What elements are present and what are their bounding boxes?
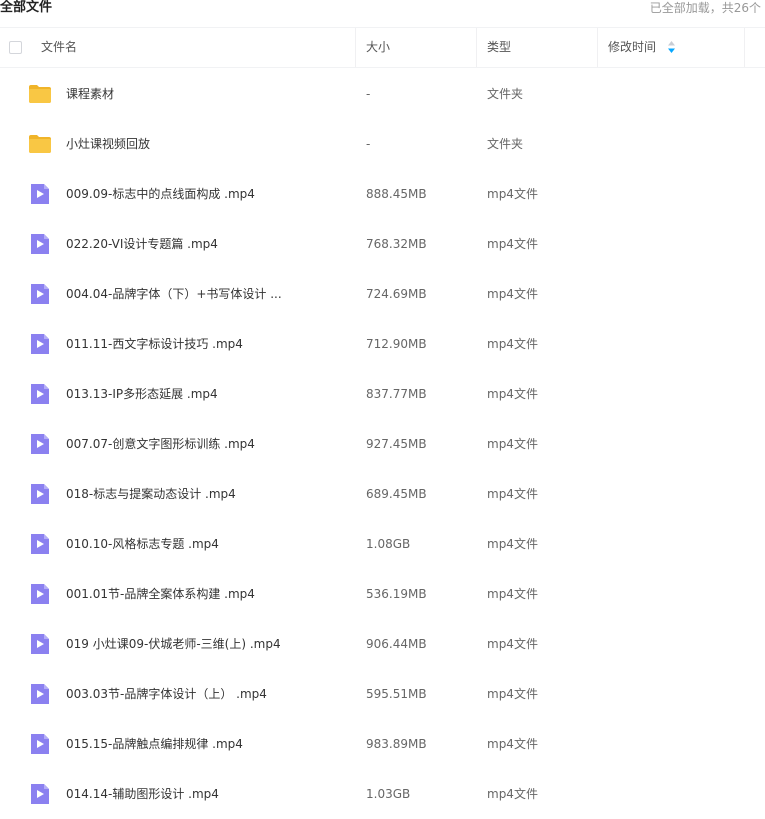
column-divider: [597, 28, 598, 67]
video-file-icon: [28, 782, 52, 806]
video-file-icon: [28, 732, 52, 756]
file-name[interactable]: 019 小灶课09-伏城老师-三维(上) .mp4: [66, 619, 281, 669]
file-row[interactable]: 004.04-品牌字体（下）+书写体设计 ... 724.69MB mp4文件: [0, 269, 765, 319]
file-row[interactable]: 014.14-辅助图形设计 .mp4 1.03GB mp4文件: [0, 769, 765, 819]
file-name[interactable]: 007.07-创意文字图形标训练 .mp4: [66, 419, 255, 469]
file-name[interactable]: 001.01节-品牌全案体系构建 .mp4: [66, 569, 255, 619]
file-type: mp4文件: [487, 737, 538, 751]
folder-icon: [28, 132, 52, 156]
file-size: 595.51MB: [366, 687, 427, 701]
file-name[interactable]: 011.11-西文字标设计技巧 .mp4: [66, 319, 243, 369]
file-row[interactable]: 019 小灶课09-伏城老师-三维(上) .mp4 906.44MB mp4文件: [0, 619, 765, 669]
file-type: mp4文件: [487, 687, 538, 701]
file-name[interactable]: 小灶课视频回放: [66, 119, 150, 169]
video-file-icon: [28, 632, 52, 656]
file-row[interactable]: 022.20-VI设计专题篇 .mp4 768.32MB mp4文件: [0, 219, 765, 269]
file-name[interactable]: 003.03节-品牌字体设计（上） .mp4: [66, 669, 267, 719]
file-size: 1.03GB: [366, 787, 411, 801]
folder-icon: [28, 82, 52, 106]
file-size: 906.44MB: [366, 637, 427, 651]
file-type: mp4文件: [487, 237, 538, 251]
video-file-icon: [28, 232, 52, 256]
file-name[interactable]: 014.14-辅助图形设计 .mp4: [66, 769, 219, 819]
video-file-icon: [28, 382, 52, 406]
file-size: 837.77MB: [366, 387, 427, 401]
file-name[interactable]: 018-标志与提案动态设计 .mp4: [66, 469, 236, 519]
column-divider: [355, 28, 356, 67]
loaded-status: 已全部加载，共26个: [649, 1, 761, 15]
video-file-icon: [28, 682, 52, 706]
file-size: 689.45MB: [366, 487, 427, 501]
video-file-icon: [28, 582, 52, 606]
file-size: 712.90MB: [366, 337, 427, 351]
column-header-modified-label: 修改时间: [608, 40, 657, 54]
file-row[interactable]: 课程素材 - 文件夹: [0, 69, 765, 119]
column-header-size[interactable]: 大小: [366, 28, 390, 67]
select-all-checkbox[interactable]: [9, 41, 22, 54]
file-size: 724.69MB: [366, 287, 427, 301]
file-name[interactable]: 009.09-标志中的点线面构成 .mp4: [66, 169, 255, 219]
video-file-icon: [28, 332, 52, 356]
column-header-type[interactable]: 类型: [487, 28, 511, 67]
video-file-icon: [28, 182, 52, 206]
file-name[interactable]: 课程素材: [66, 69, 114, 119]
file-type: mp4文件: [487, 637, 538, 651]
file-row[interactable]: 009.09-标志中的点线面构成 .mp4 888.45MB mp4文件: [0, 169, 765, 219]
top-bar: 全部文件 已全部加载，共26个: [0, 0, 765, 26]
file-type: mp4文件: [487, 437, 538, 451]
video-file-icon: [28, 432, 52, 456]
file-type: mp4文件: [487, 587, 538, 601]
file-size: -: [366, 137, 371, 151]
file-size: 927.45MB: [366, 437, 427, 451]
file-type: mp4文件: [487, 337, 538, 351]
file-row[interactable]: 小灶课视频回放 - 文件夹: [0, 119, 765, 169]
column-header-modified[interactable]: 修改时间: [608, 28, 675, 67]
file-type: mp4文件: [487, 487, 538, 501]
file-size: 983.89MB: [366, 737, 427, 751]
file-name[interactable]: 013.13-IP多形态延展 .mp4: [66, 369, 218, 419]
file-type: mp4文件: [487, 187, 538, 201]
file-size: 888.45MB: [366, 187, 427, 201]
file-row[interactable]: 015.15-品牌触点编排规律 .mp4 983.89MB mp4文件: [0, 719, 765, 769]
file-row[interactable]: 011.11-西文字标设计技巧 .mp4 712.90MB mp4文件: [0, 319, 765, 369]
file-name[interactable]: 004.04-品牌字体（下）+书写体设计 ...: [66, 269, 282, 319]
file-type: 文件夹: [487, 137, 524, 151]
file-row[interactable]: 018-标志与提案动态设计 .mp4 689.45MB mp4文件: [0, 469, 765, 519]
file-type: mp4文件: [487, 387, 538, 401]
column-header-name[interactable]: 文件名: [41, 28, 77, 67]
file-size: -: [366, 87, 371, 101]
file-size: 768.32MB: [366, 237, 427, 251]
file-row[interactable]: 013.13-IP多形态延展 .mp4 837.77MB mp4文件: [0, 369, 765, 419]
file-type: mp4文件: [487, 287, 538, 301]
video-file-icon: [28, 532, 52, 556]
file-type: mp4文件: [487, 537, 538, 551]
file-row[interactable]: 010.10-风格标志专题 .mp4 1.08GB mp4文件: [0, 519, 765, 569]
column-divider: [744, 28, 745, 67]
sort-icon[interactable]: [667, 40, 675, 53]
file-name[interactable]: 015.15-品牌触点编排规律 .mp4: [66, 719, 243, 769]
file-name[interactable]: 010.10-风格标志专题 .mp4: [66, 519, 219, 569]
file-row[interactable]: 001.01节-品牌全案体系构建 .mp4 536.19MB mp4文件: [0, 569, 765, 619]
video-file-icon: [28, 482, 52, 506]
file-size: 1.08GB: [366, 537, 411, 551]
file-size: 536.19MB: [366, 587, 427, 601]
table-header: 文件名 大小 类型 修改时间: [0, 27, 765, 68]
file-row[interactable]: 003.03节-品牌字体设计（上） .mp4 595.51MB mp4文件: [0, 669, 765, 719]
video-file-icon: [28, 282, 52, 306]
column-divider: [476, 28, 477, 67]
file-type: 文件夹: [487, 87, 524, 101]
file-type: mp4文件: [487, 787, 538, 801]
page-title: 全部文件: [0, 0, 53, 15]
file-row[interactable]: 007.07-创意文字图形标训练 .mp4 927.45MB mp4文件: [0, 419, 765, 469]
file-name[interactable]: 022.20-VI设计专题篇 .mp4: [66, 219, 218, 269]
